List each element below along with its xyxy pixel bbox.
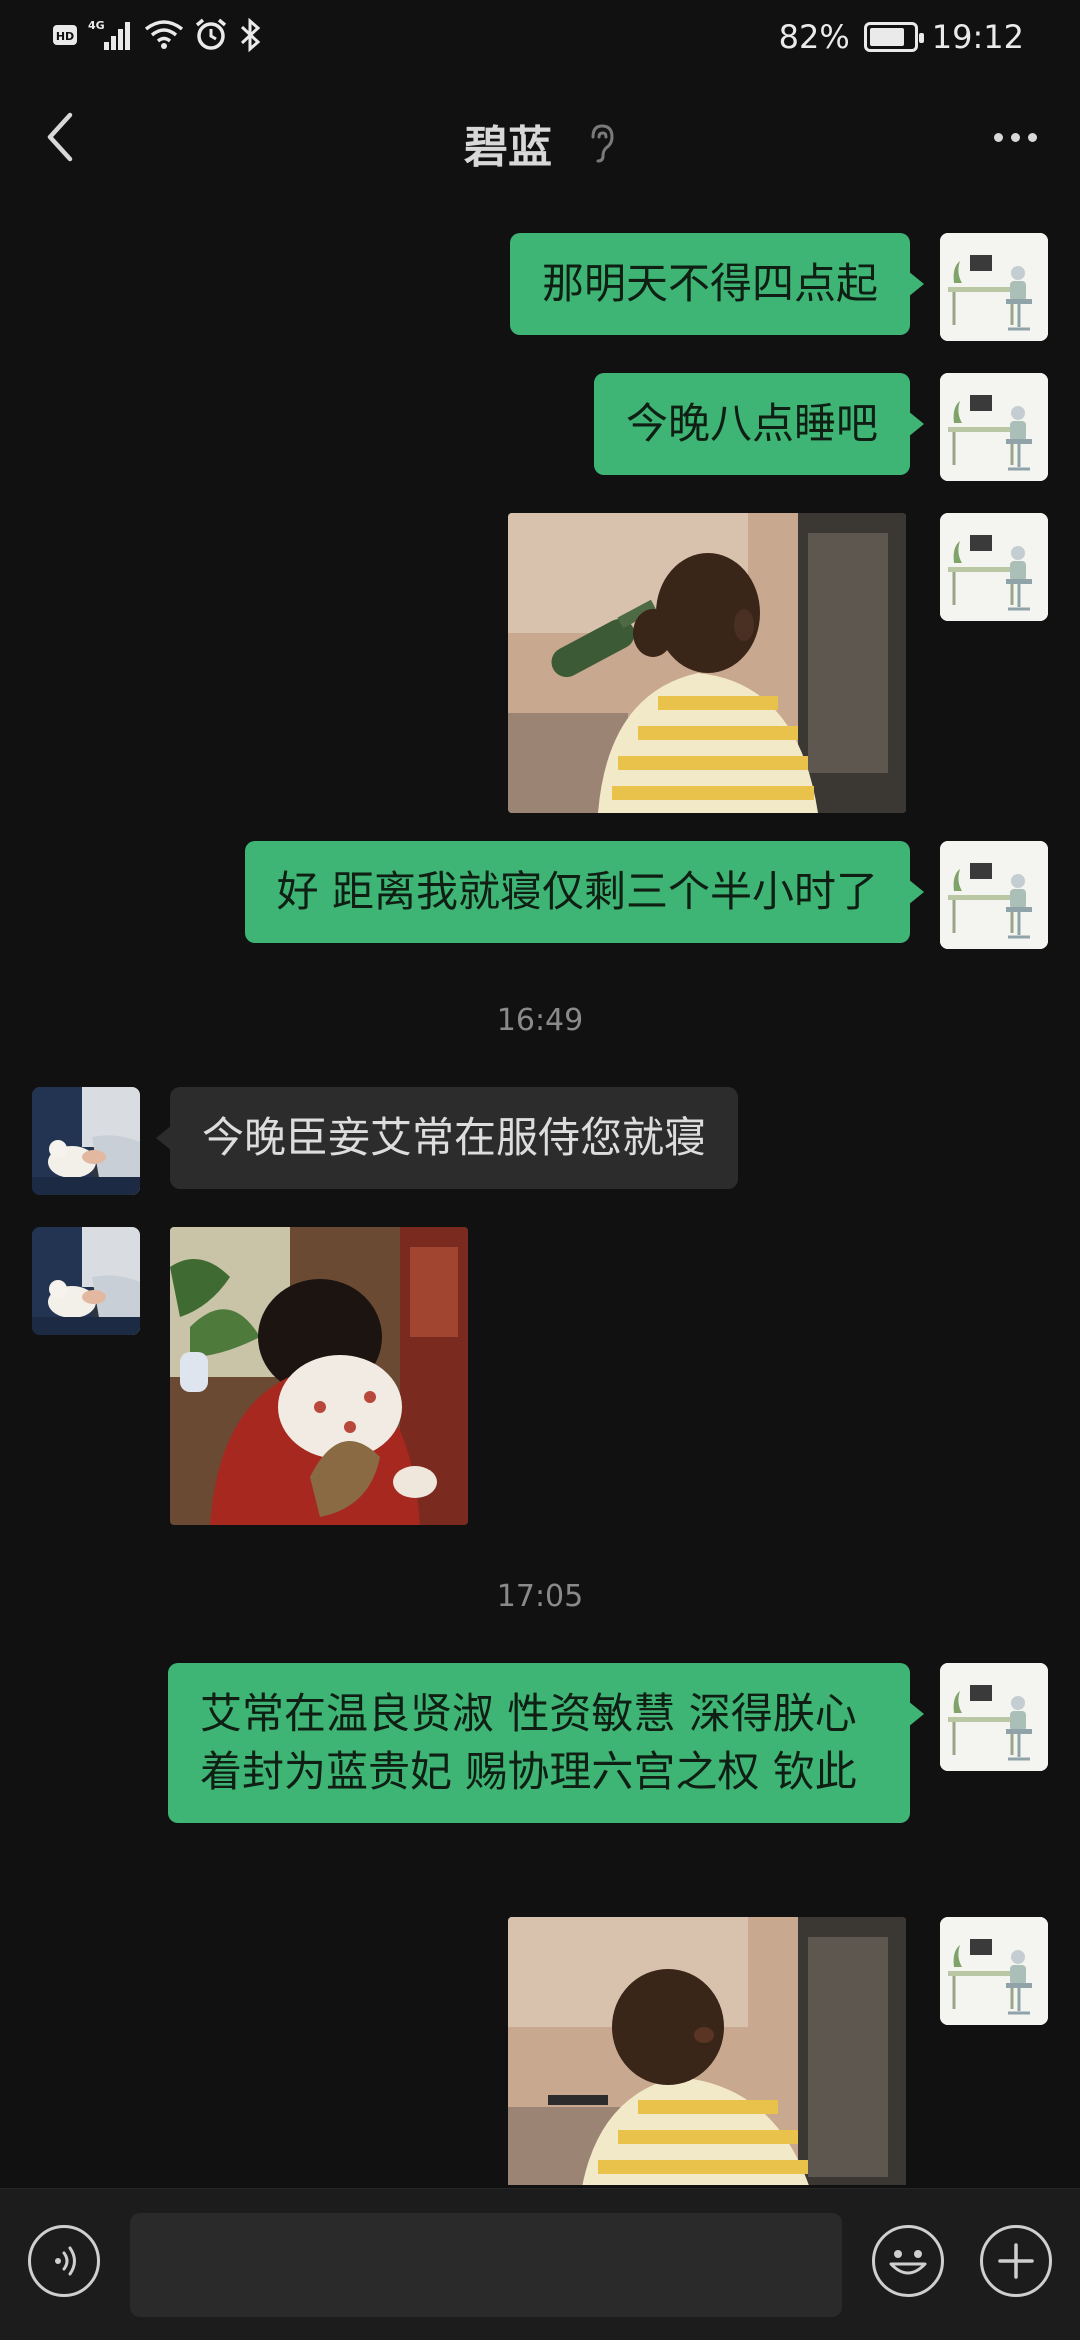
battery-icon [863, 22, 924, 52]
status-icons-right: 82% 19:12 [779, 18, 1024, 56]
status-icons-left: HD 4G [52, 18, 262, 52]
message-list[interactable]: 那明天不得四点起 今晚八点睡吧 好 距离我就寝仅剩三个半小时了 16:49 今晚… [0, 205, 1080, 2185]
svg-text:HD: HD [56, 30, 74, 43]
my-avatar[interactable] [940, 1917, 1048, 2025]
avatar-desk-illustration [940, 373, 1048, 481]
message-timestamp: 17:05 [496, 1579, 584, 1614]
more-icon-dot [1010, 132, 1020, 142]
message-bubble-sent[interactable]: 今晚八点睡吧 [593, 373, 925, 475]
woman-hugging-picture [170, 1227, 468, 1525]
message-bubble-sent[interactable]: 艾常在温良贤淑 性资敏慧 深得朕心 着封为蓝贵妃 赐协理六宫之权 钦此 [168, 1663, 924, 1823]
avatar-desk-illustration [940, 513, 1048, 621]
pouting-boy-picture [508, 1917, 906, 2185]
voice-icon [55, 2246, 76, 2276]
my-avatar[interactable] [940, 841, 1048, 949]
avatar-desk-illustration [940, 841, 1048, 949]
wifi-icon [144, 20, 184, 49]
chat-header: 碧蓝 [0, 95, 1080, 185]
message-bubble-received[interactable]: 今晚臣妾艾常在服侍您就寝 [155, 1087, 739, 1189]
chat-title: 碧蓝 [464, 122, 552, 173]
svg-text:4G: 4G [88, 19, 105, 32]
emoji-button[interactable] [872, 2225, 944, 2297]
my-avatar[interactable] [940, 513, 1048, 621]
my-avatar[interactable] [940, 233, 1048, 341]
received-sticker-image[interactable] [170, 1227, 468, 1525]
message-bubble-sent[interactable]: 好 距离我就寝仅剩三个半小时了 [244, 841, 925, 943]
emoji-icon [889, 2250, 927, 2275]
more-button[interactable] [980, 109, 1050, 165]
title-area: 碧蓝 [0, 111, 1080, 175]
drinking-boy-picture [508, 513, 906, 813]
message-input[interactable] [130, 2213, 842, 2317]
plus-icon [998, 2243, 1034, 2279]
message-timestamp: 16:49 [496, 1003, 584, 1038]
earpiece-icon [591, 124, 614, 163]
avatar-desk-illustration [940, 1917, 1048, 2025]
alarm-icon [195, 18, 227, 50]
my-avatar[interactable] [940, 373, 1048, 481]
signal-icon: 4G [88, 19, 130, 50]
input-bar [0, 2188, 1080, 2340]
hd-icon: HD [53, 25, 77, 45]
status-bar: HD 4G 82% 19:12 [0, 0, 1080, 75]
contact-photo [32, 1087, 140, 1195]
more-functions-button[interactable] [980, 2225, 1052, 2297]
more-icon-dot [1027, 132, 1037, 142]
message-bubble-sent[interactable]: 那明天不得四点起 [509, 233, 925, 335]
battery-level [869, 28, 904, 46]
more-icon [993, 132, 1003, 142]
clock: 19:12 [931, 18, 1024, 56]
battery-percent: 82% [778, 18, 850, 56]
avatar-desk-illustration [940, 233, 1048, 341]
bluetooth-icon [240, 18, 261, 52]
sent-sticker-image[interactable] [508, 1917, 906, 2185]
my-avatar[interactable] [940, 1663, 1048, 1771]
contact-avatar[interactable] [32, 1227, 140, 1335]
contact-avatar[interactable] [32, 1087, 140, 1195]
contact-photo [32, 1227, 140, 1335]
sent-sticker-image[interactable] [508, 513, 906, 813]
avatar-desk-illustration [940, 1663, 1048, 1771]
voice-button[interactable] [28, 2225, 100, 2297]
